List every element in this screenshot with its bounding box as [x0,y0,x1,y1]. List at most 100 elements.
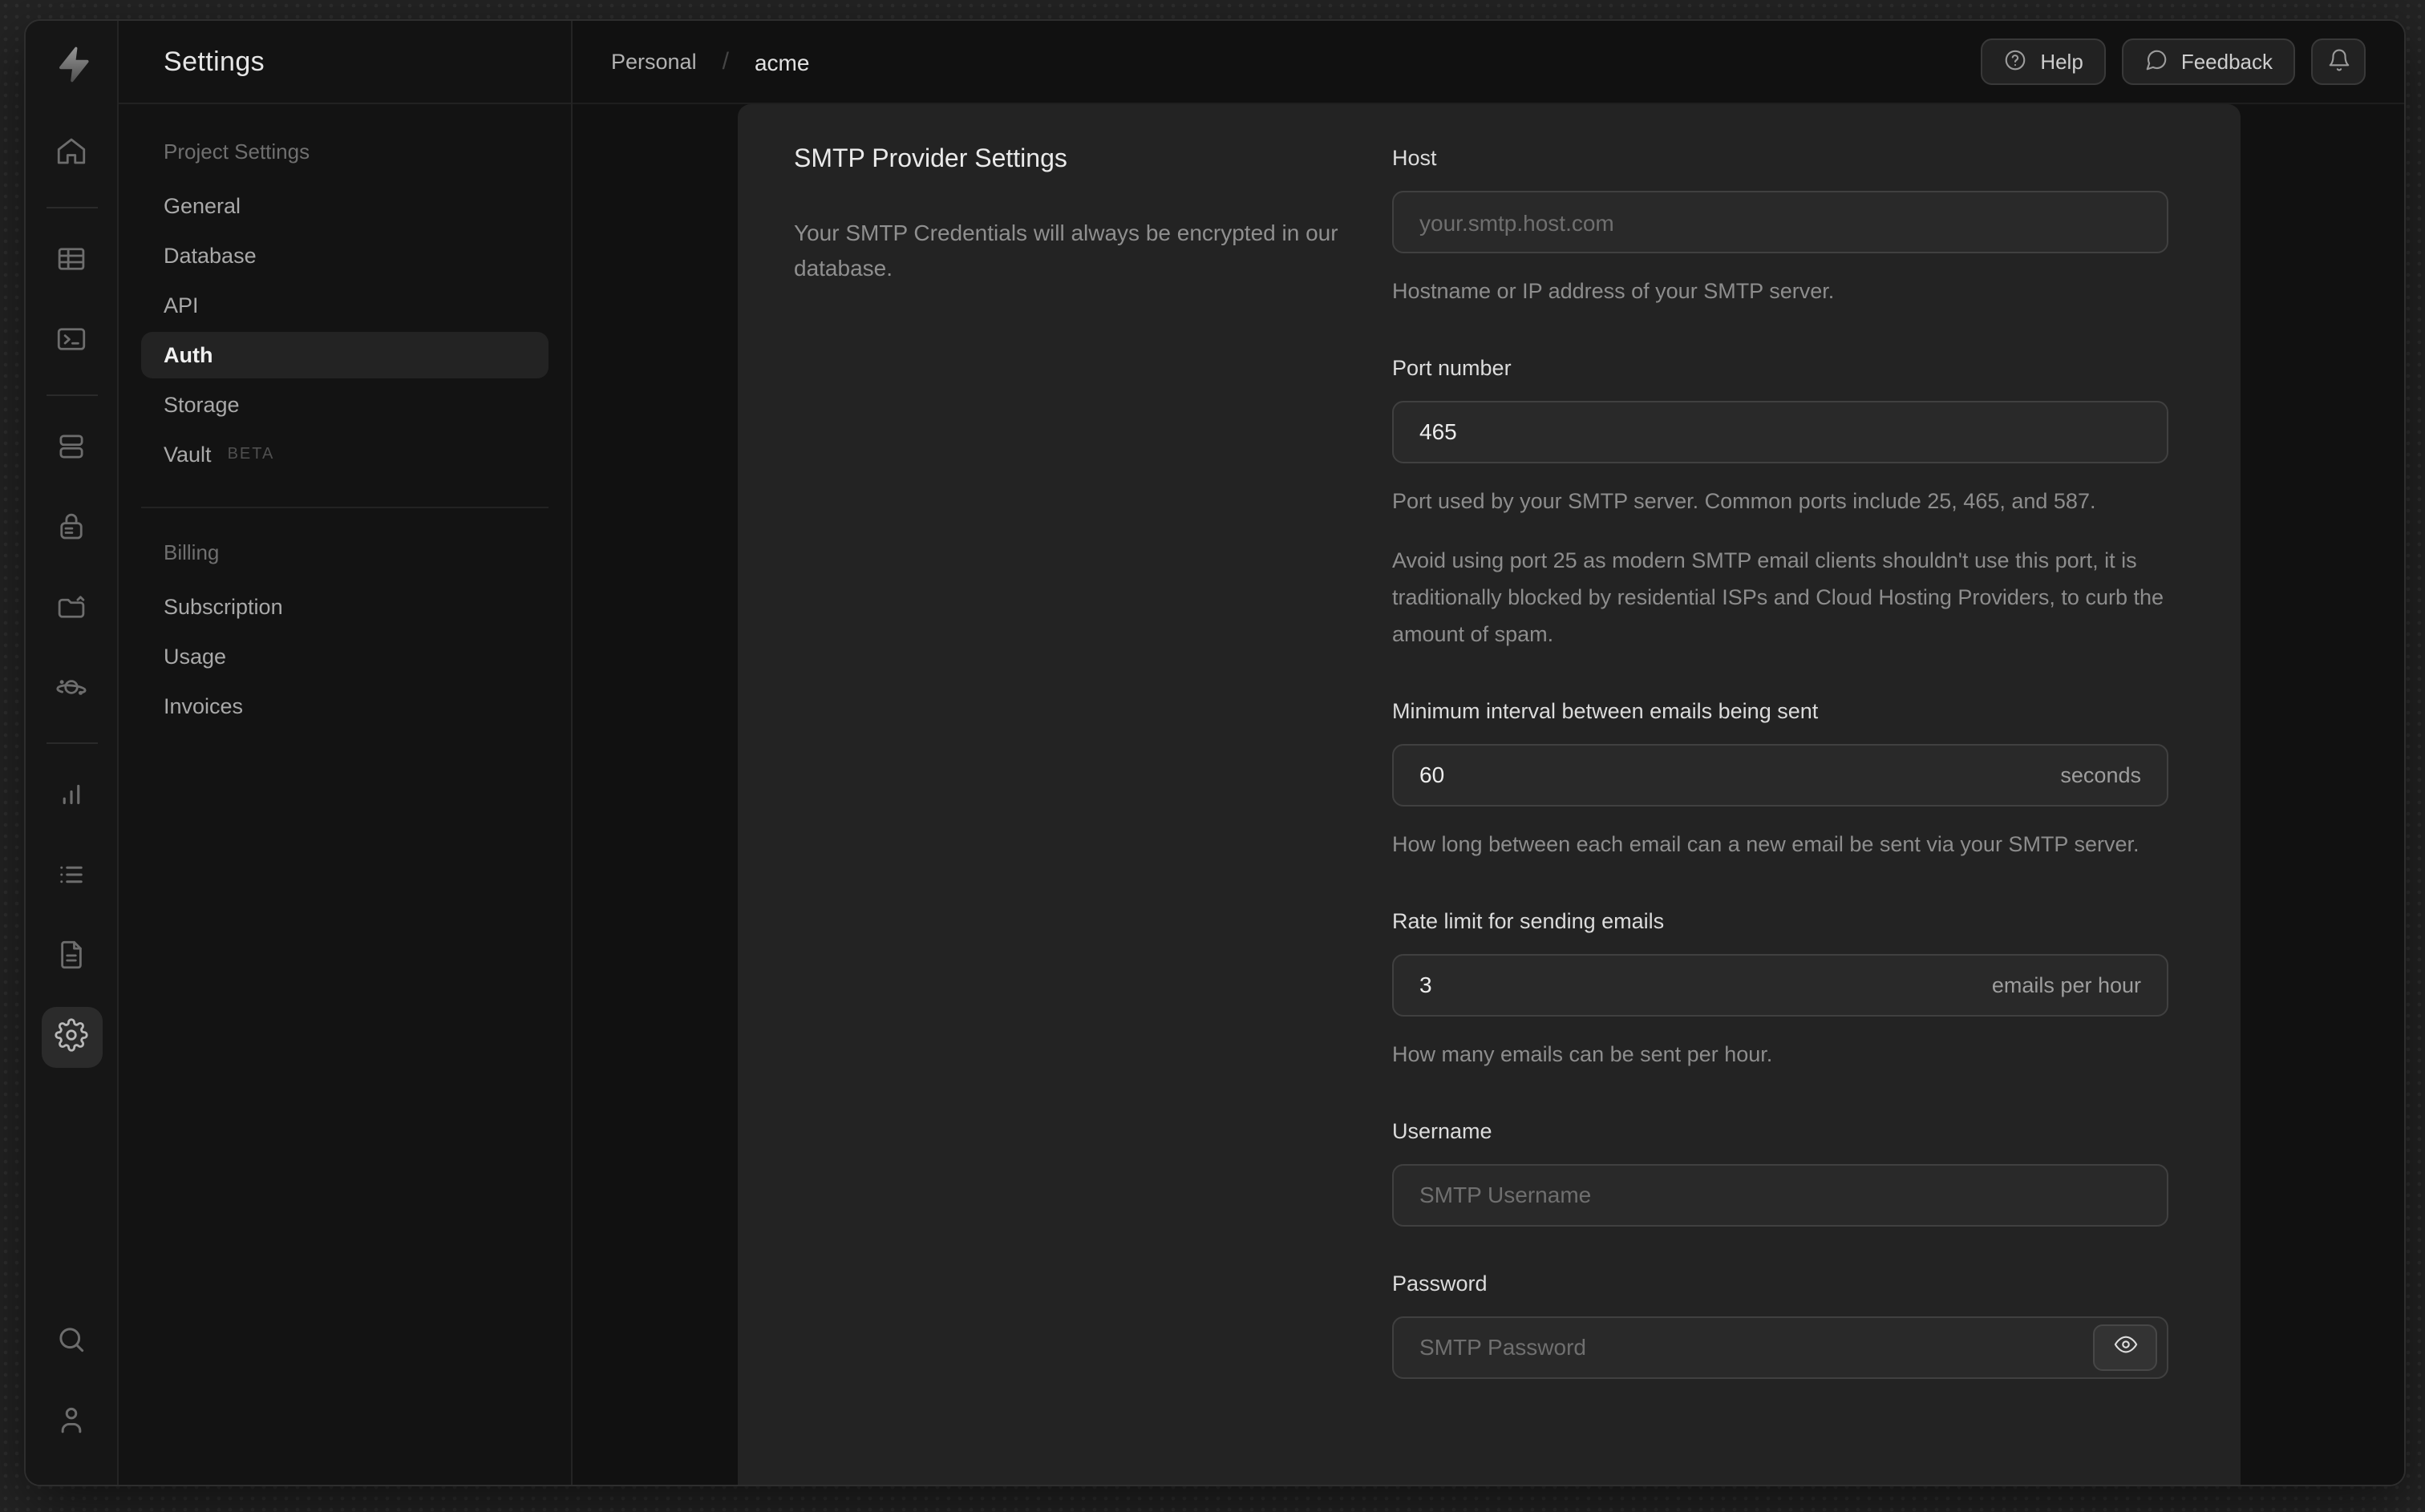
terminal-icon [55,322,88,361]
rate-limit-helper: How many emails can be sent per hour. [1392,1041,1773,1066]
sidebar-section-divider [141,507,549,508]
host-input[interactable] [1419,209,2141,235]
rate-limit-input[interactable] [1419,972,1973,998]
rail-docs-button[interactable] [41,927,102,988]
interval-input-wrap: seconds [1392,743,2168,807]
sidebar-item-vault-text: Vault [164,443,212,467]
nav-heading-project-settings: Project Settings [164,139,310,164]
lock-icon [55,510,88,548]
rail-edge-functions-button[interactable] [41,659,102,720]
breadcrumb-project[interactable]: acme [755,49,809,75]
password-field-group: Password [1392,1271,2168,1379]
rail-logs-button[interactable] [41,847,102,908]
password-input-wrap [1392,1316,2168,1379]
interval-input[interactable] [1419,762,2042,788]
lightning-bolt-icon [58,46,88,83]
bell-icon [2326,47,2350,76]
rail-auth-button[interactable] [41,499,102,560]
rail-search-button[interactable] [41,1312,102,1373]
rate-limit-label: Rate limit for sending emails [1392,908,1665,933]
gear-icon [55,1018,88,1057]
sidebar-item-database[interactable]: Database [141,232,549,279]
port-helper: Port used by your SMTP server. Common po… [1392,488,2096,513]
password-label: Password [1392,1271,1488,1296]
rail-divider [46,207,97,208]
rail-divider [46,394,97,396]
host-field-group: Host Hostname or IP address of your SMTP… [1392,146,2168,311]
bar-chart-icon [55,778,88,816]
help-circle-icon [2003,47,2027,76]
sidebar-item-usage[interactable]: Usage [141,633,549,680]
breadcrumb-org[interactable]: Personal [611,50,697,74]
username-label: Username [1392,1118,1492,1143]
beta-badge: BETA [227,446,275,463]
folder-icon [55,590,88,629]
file-text-icon [55,938,88,976]
section-description: Your SMTP Credentials will always be enc… [794,220,1338,281]
feedback-button[interactable]: Feedback [2121,38,2295,85]
rail-storage-button[interactable] [41,579,102,640]
icon-rail [26,21,119,1485]
host-label: Host [1392,146,1437,170]
help-button-label: Help [2040,50,2083,74]
host-helper: Hostname or IP address of your SMTP serv… [1392,279,1835,303]
port-input[interactable] [1419,418,2141,445]
rate-limit-input-wrap: emails per hour [1392,953,2168,1017]
section-title: SMTP Provider Settings [794,146,1067,173]
orbit-icon [55,670,88,709]
list-icon [55,858,88,896]
rail-reports-button[interactable] [41,766,102,827]
nav-heading-billing: Billing [164,540,220,564]
interval-helper: How long between each email can a new em… [1392,831,2140,856]
home-icon [55,135,88,173]
rail-sql-editor-button[interactable] [41,311,102,372]
sidebar-item-subscription[interactable]: Subscription [141,584,549,630]
toggle-password-visibility-button[interactable] [2093,1324,2157,1371]
feedback-button-label: Feedback [2180,50,2273,74]
help-button[interactable]: Help [1981,38,2106,85]
supabase-logo[interactable] [44,37,99,91]
settings-sidebar: Settings Project Settings General Databa… [119,21,573,1485]
port-label: Port number [1392,355,1512,380]
rail-settings-button[interactable] [41,1007,102,1068]
breadcrumb: Personal / acme [611,48,809,75]
sidebar-item-api[interactable]: API [141,282,549,329]
sidebar-item-vault[interactable]: Vault BETA [141,431,549,478]
username-field-group: Username [1392,1118,2168,1227]
notifications-button[interactable] [2311,38,2366,85]
sidebar-item-auth[interactable]: Auth [141,332,549,378]
database-icon [55,430,88,468]
username-input[interactable] [1419,1182,2141,1208]
username-input-wrap [1392,1163,2168,1227]
interval-label: Minimum interval between emails being se… [1392,698,1819,723]
settings-content: SMTP Provider Settings Your SMTP Credent… [573,104,2404,1485]
port-field-group: Port number Port used by your SMTP serve… [1392,356,2168,654]
message-circle-icon [2144,47,2168,76]
rail-home-button[interactable] [41,123,102,184]
rail-divider [46,742,97,744]
desktop: Settings Project Settings General Databa… [0,0,2425,1512]
sidebar-item-invoices[interactable]: Invoices [141,683,549,730]
eye-icon [2113,1332,2137,1361]
interval-unit: seconds [2060,762,2141,787]
table-icon [55,242,88,281]
header-actions: Help Feedback [1981,38,2366,85]
rate-limit-unit: emails per hour [1991,972,2141,997]
rail-database-button[interactable] [41,418,102,479]
app-window: Settings Project Settings General Databa… [24,19,2406,1486]
port-input-wrap [1392,400,2168,463]
sidebar-item-general[interactable]: General [141,183,549,229]
section-info: SMTP Provider Settings Your SMTP Credent… [794,146,1392,1462]
password-input[interactable] [1419,1334,2077,1360]
sidebar-nav: Project Settings General Database API Au… [119,104,571,768]
rate-limit-field-group: Rate limit for sending emails emails per… [1392,908,2168,1073]
smtp-form: Host Hostname or IP address of your SMTP… [1392,146,2168,1462]
main-area: Personal / acme Help Feedback SMTP Provi… [573,21,2404,1485]
sidebar-item-storage[interactable]: Storage [141,382,549,428]
interval-field-group: Minimum interval between emails being se… [1392,698,2168,863]
port-warning-note: Avoid using port 25 as modern SMTP email… [1392,548,2164,646]
rail-user-button[interactable] [41,1392,102,1453]
sidebar-title: Settings [119,21,571,104]
rail-table-editor-button[interactable] [41,231,102,292]
host-input-wrap [1392,191,2168,253]
